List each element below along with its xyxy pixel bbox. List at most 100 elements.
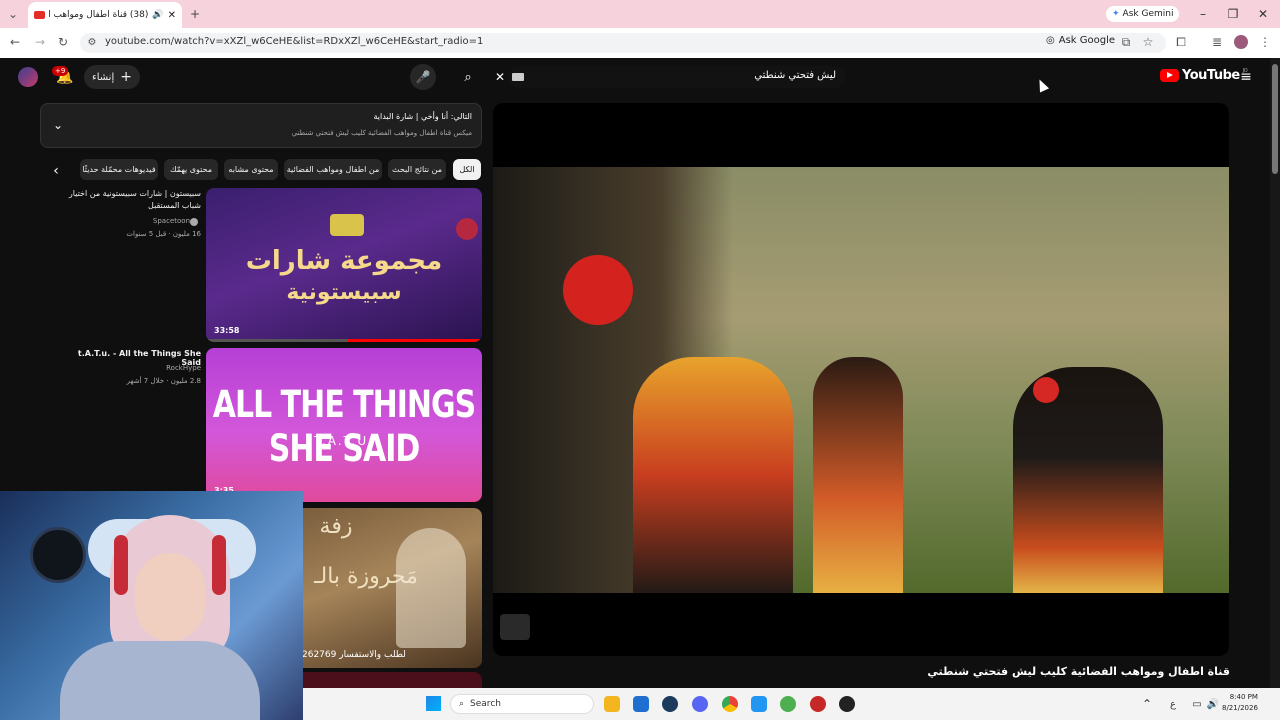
reload-icon[interactable]: ↻ [56, 35, 70, 49]
thumbnail-text-1: زفة [319, 514, 353, 539]
url-text[interactable]: youtube.com/watch?v=xXZl_w6CeHE&list=RDx… [105, 36, 483, 47]
up-next-subtitle: ميكس قناة اطفال ومواهب الفضائية كليب ليش… [291, 129, 472, 137]
sweater [60, 641, 260, 720]
red-flower [563, 255, 633, 325]
channel-name[interactable]: Spacetoon [60, 217, 190, 225]
obs-icon[interactable] [839, 696, 855, 712]
webcam-overlay [0, 491, 303, 720]
notifications-badge: +9 [52, 66, 69, 76]
search-icon[interactable]: ⌕ [456, 66, 480, 88]
install-app-icon[interactable]: ⧉ [1119, 35, 1133, 49]
minimize-icon[interactable]: – [1196, 6, 1210, 22]
video-frame[interactable] [493, 167, 1229, 593]
app-a-icon[interactable] [751, 696, 767, 712]
restore-icon[interactable]: ❐ [1226, 6, 1240, 22]
clock-date: 8/21/2026 [1222, 704, 1258, 712]
keyboard-icon[interactable] [512, 73, 524, 81]
video-thumbnail[interactable]: ALL THE THINGS SHE SAID T.A.T.U. 3:35 [206, 348, 482, 502]
video-stats: 16 مليون · قبل 5 سنوات [126, 230, 201, 238]
girl-costume [633, 357, 793, 593]
new-tab-icon[interactable]: + [188, 6, 202, 22]
guide-menu-icon[interactable]: ≡ [1238, 68, 1254, 86]
chrome-icon[interactable] [722, 696, 738, 712]
video-title[interactable]: سبيستون | شارات سبيستونية من اختيار شباب… [60, 188, 201, 212]
clock-time: 8:40 PM [1229, 693, 1258, 701]
video-thumbnail[interactable]: مجموعة شارات سبيستونية 33:58 [206, 188, 482, 342]
browser-tab[interactable]: (38) قناة اطفال ومواهب الفضائية 🔊 ✕ [28, 2, 182, 28]
chevron-down-icon[interactable]: ⌄ [50, 116, 66, 134]
taskbar-clock[interactable]: 8:40 PM 8/21/2026 [1222, 692, 1258, 714]
youtube-logo[interactable]: YouTube JO [1160, 68, 1248, 83]
thumbnail-caption: لطلب والاستفسار 262769 [302, 650, 406, 660]
app-red-icon[interactable] [810, 696, 826, 712]
google-lens-icon: ◎ [1046, 35, 1055, 46]
ask-google-button[interactable]: ◎ Ask Google [1046, 35, 1115, 46]
bookmark-star-icon[interactable]: ☆ [1141, 35, 1155, 49]
tab-groups-icon[interactable]: ≣ [1210, 35, 1224, 49]
speaker-icon[interactable]: 🔊 [152, 10, 163, 20]
ask-google-label: Ask Google [1058, 35, 1116, 46]
child-figure-2 [813, 357, 903, 593]
plus-icon: + [120, 69, 132, 85]
bride-figure [396, 528, 466, 648]
chip-from-channel[interactable]: من اطفال ومواهب الفضائية [284, 159, 382, 180]
thumbnail-text-2: T.A.T.U. [314, 434, 374, 448]
app-c-icon[interactable] [662, 696, 678, 712]
discord-icon[interactable] [692, 696, 708, 712]
extensions-icon[interactable]: ⧠ [1174, 35, 1188, 49]
headphone-right [212, 535, 226, 595]
watch-progress-fill [348, 339, 482, 342]
chip-all[interactable]: الكل [453, 159, 481, 180]
taskbar-search-label: Search [470, 699, 501, 709]
scrollbar-thumb[interactable] [1272, 64, 1278, 174]
voice-search-mic-icon[interactable]: 🎤 [410, 64, 436, 90]
tray-chevron-icon[interactable]: ⌃ [1140, 696, 1154, 712]
channel-watermark-icon [500, 614, 530, 640]
headphone-left [114, 535, 128, 595]
thumbnail-text-1: مجموعة شارات [245, 246, 443, 276]
tab-search-icon[interactable]: ⌄ [6, 7, 20, 21]
tab-title: (38) قناة اطفال ومواهب الفضائية [49, 10, 149, 20]
monitor-icon[interactable]: ▭ [1190, 696, 1204, 712]
up-next-panel[interactable] [40, 103, 482, 148]
browser-menu-icon[interactable]: ⋮ [1258, 35, 1272, 49]
chip-from-search[interactable]: من نتائج البحث [388, 159, 446, 180]
store-icon[interactable] [633, 696, 649, 712]
chip-for-you[interactable]: محتوى يهمّك [164, 159, 218, 180]
fan-icon [30, 527, 86, 583]
search-icon: ⌕ [459, 699, 465, 709]
clear-search-icon[interactable]: ✕ [492, 68, 508, 86]
taskbar-search[interactable]: ⌕ Search [450, 694, 594, 714]
chip-related[interactable]: محتوى مشابه [224, 159, 278, 180]
ask-gemini-button[interactable]: ✦ Ask Gemini [1106, 6, 1180, 22]
ask-gemini-label: Ask Gemini [1122, 9, 1174, 19]
volume-icon[interactable]: 🔊 [1206, 696, 1220, 712]
forward-icon[interactable]: → [33, 35, 47, 49]
child-figure-3 [1013, 367, 1163, 593]
face [135, 553, 205, 641]
video-stats: 2.8 مليون · خلال 7 أشهر [126, 377, 201, 385]
keyboard-language[interactable]: ع [1166, 696, 1180, 712]
back-icon[interactable]: ← [8, 35, 22, 49]
youtube-favicon-icon [34, 11, 45, 19]
profile-avatar[interactable] [1234, 35, 1248, 49]
close-window-icon[interactable]: ✕ [1256, 6, 1270, 22]
chips-scroll-left-icon[interactable]: ‹ [48, 162, 64, 180]
search-query-text: ليش فتحتي شنطتي [754, 70, 836, 81]
page-scrollbar[interactable] [1270, 58, 1280, 688]
windows-start-icon[interactable] [426, 696, 441, 711]
close-tab-icon[interactable]: ✕ [168, 10, 176, 21]
verified-icon [190, 218, 198, 226]
youtube-play-icon [1160, 69, 1179, 82]
decoration-ball [456, 218, 478, 240]
app-recycle-icon[interactable] [780, 696, 796, 712]
file-explorer-icon[interactable] [604, 696, 620, 712]
video-duration: 33:58 [214, 326, 240, 335]
create-button[interactable]: إنشاء + [84, 65, 140, 89]
channel-name[interactable]: RockHype [60, 364, 201, 372]
chip-recently-uploaded[interactable]: فيديوهات محمّلة حديثًا [80, 159, 158, 180]
site-info-icon[interactable]: ⚙ [86, 35, 98, 49]
account-avatar[interactable] [18, 67, 38, 87]
up-next-title: التالي: أنا وأخي | شارة البداية [373, 112, 472, 121]
red-flower-small [1033, 377, 1059, 403]
